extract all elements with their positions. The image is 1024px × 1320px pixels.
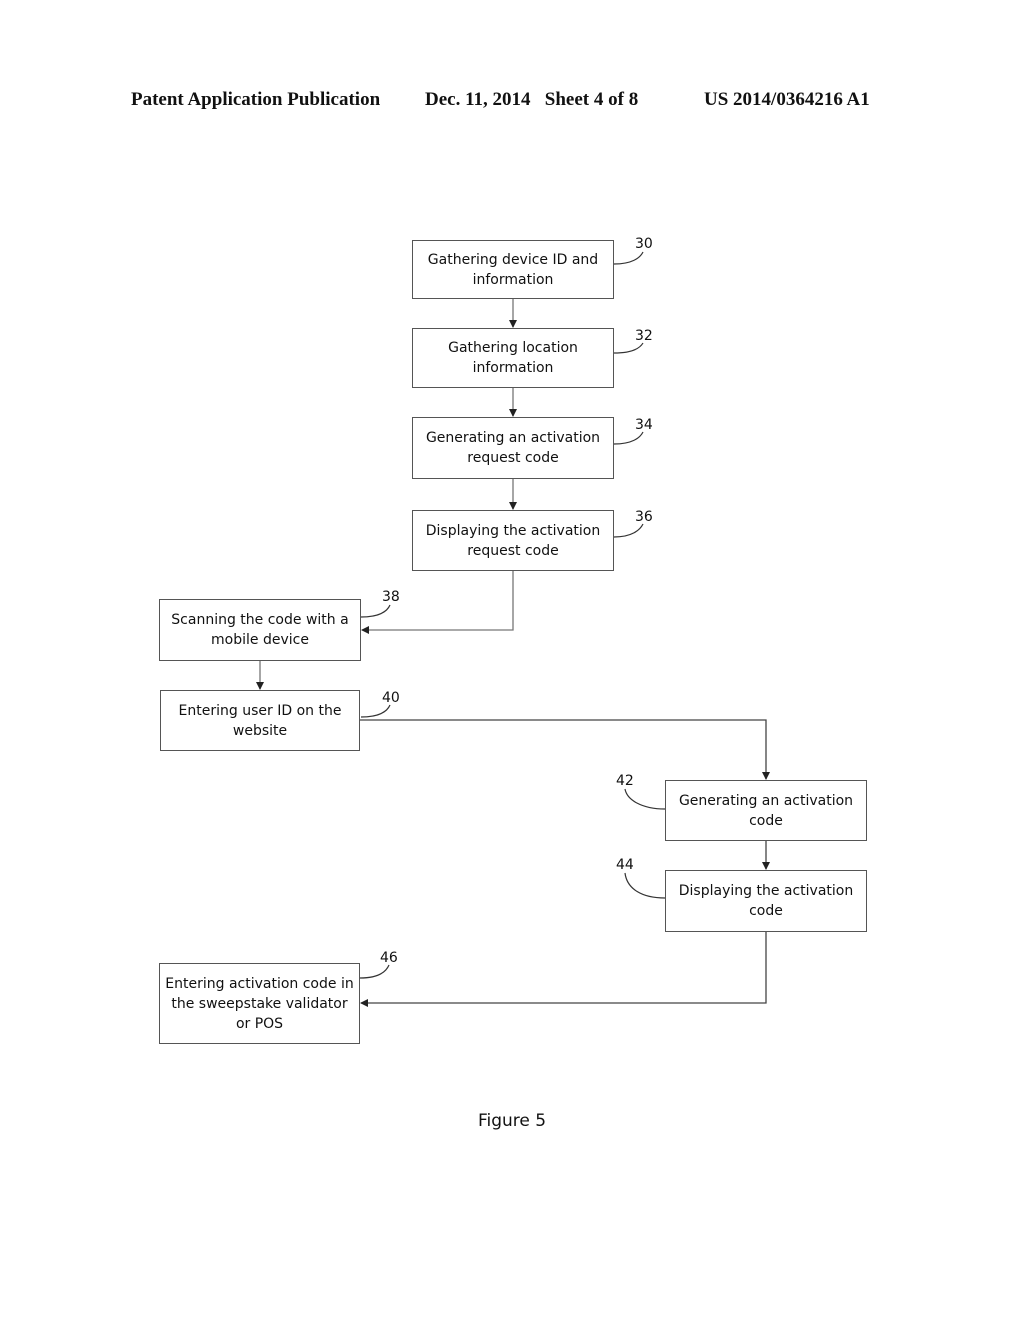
step-box-44: Displaying the activation code [665,870,867,932]
ref-numeral-36: 36 [635,509,653,525]
leader-44 [624,872,666,899]
step-box-30: Gathering device ID and information [412,240,614,299]
step-box-32: Gathering location information [412,328,614,388]
step-box-36: Displaying the activation request code [412,510,614,571]
step-box-34: Generating an activation request code [412,417,614,479]
ref-numeral-32: 32 [635,328,653,344]
arrow-44-46 [360,931,767,1007]
ref-numeral-42: 42 [616,773,634,789]
step-box-46: Entering activation code in the sweepsta… [159,963,360,1044]
leader-34 [613,431,644,445]
ref-numeral-38: 38 [382,589,400,605]
leader-42 [624,788,666,810]
step-box-40: Entering user ID on the website [160,690,360,751]
ref-numeral-34: 34 [635,417,653,433]
step-box-42: Generating an activation code [665,780,867,841]
ref-numeral-44: 44 [616,857,634,873]
step-box-38: Scanning the code with a mobile device [159,599,361,661]
arrow-40-42 [360,719,770,780]
ref-numeral-30: 30 [635,236,653,252]
leader-38 [360,604,391,618]
figure-caption: Figure 5 [477,1111,547,1131]
leader-40 [360,704,391,718]
leader-30 [613,251,644,265]
leader-32 [613,342,644,354]
leader-46 [359,964,390,979]
ref-numeral-40: 40 [382,690,400,706]
leader-36 [613,523,644,538]
ref-numeral-46: 46 [380,950,398,966]
